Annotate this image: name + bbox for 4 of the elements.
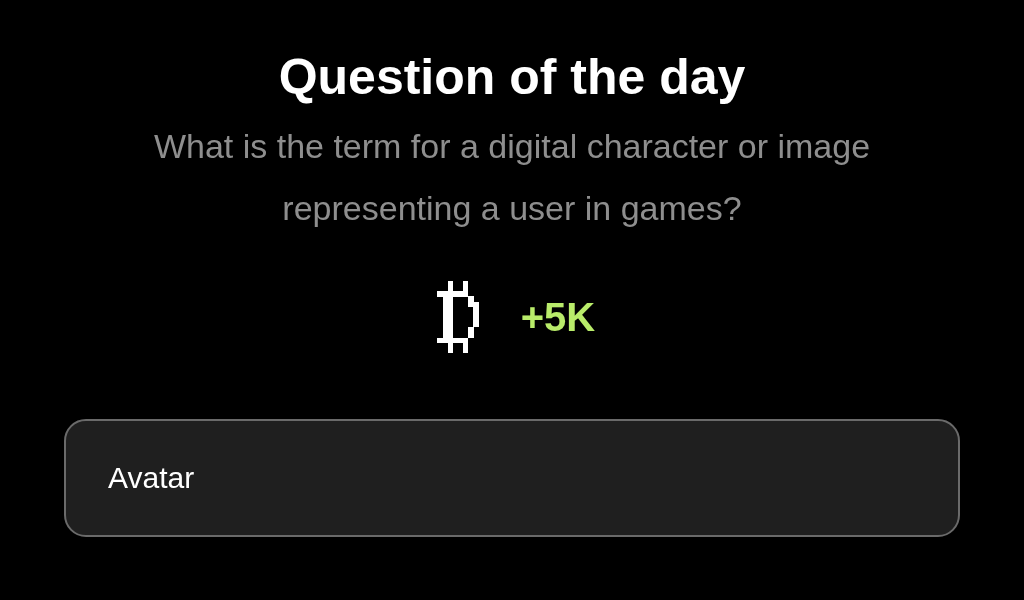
- answer-field[interactable]: Avatar: [64, 418, 960, 537]
- title: Question of the day: [278, 48, 746, 107]
- reward-amount: +5K: [520, 293, 596, 341]
- question-text: What is the term for a digital character or image representing a user in games?: [152, 125, 872, 229]
